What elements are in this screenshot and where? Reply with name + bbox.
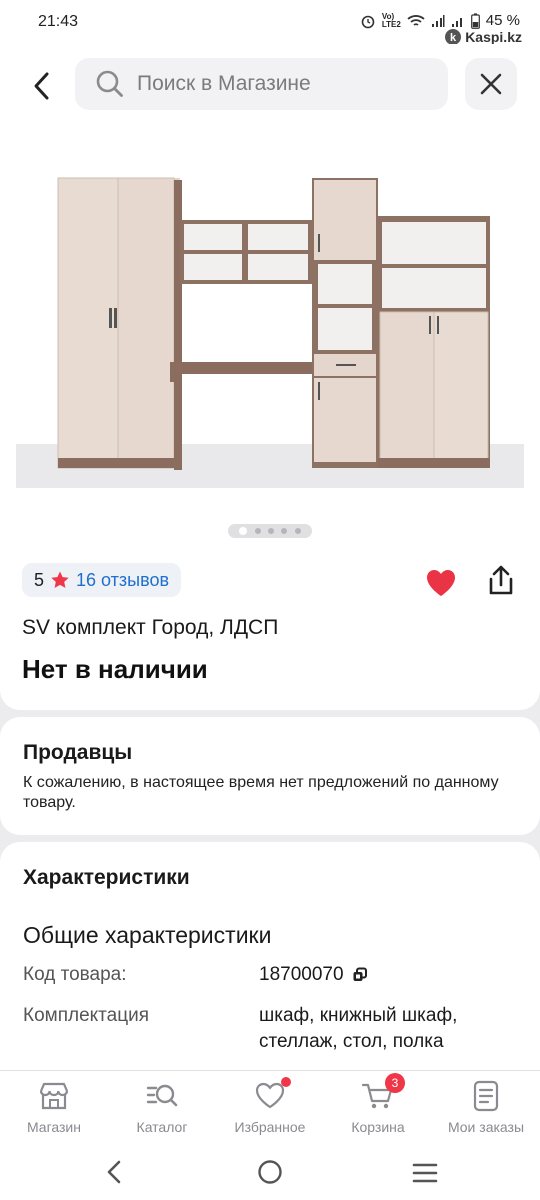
pagination-dot-active[interactable] [239, 527, 248, 535]
nav-catalog[interactable]: Каталог [108, 1071, 216, 1145]
alarm-icon [361, 15, 375, 28]
catalog-search-icon [145, 1079, 179, 1113]
spec-value-set: шкаф, книжный шкаф, стеллаж, стол, полка [259, 1005, 458, 1052]
nav-cart-label: Корзина [351, 1119, 405, 1135]
product-image[interactable] [16, 166, 524, 488]
bottom-navigation: Магазин Каталог Избранное 3 Корзина Мои … [0, 1070, 540, 1144]
favorites-badge-dot [281, 1077, 291, 1087]
system-home-icon[interactable] [257, 1159, 283, 1185]
product-title: SV комплект Город, ЛДСП [22, 616, 279, 639]
nav-catalog-label: Каталог [136, 1119, 188, 1135]
battery-level: 45 % [485, 12, 520, 29]
search-input[interactable]: Поиск в Магазине [75, 58, 448, 110]
chevron-left-icon [34, 72, 49, 100]
product-card: 5 16 отзывов SV комплект Город, ЛДСП Нет… [0, 126, 540, 710]
reviews-link[interactable]: 16 отзывов [76, 570, 169, 591]
signal-icon-2 [451, 17, 462, 27]
pagination-dot[interactable] [267, 528, 274, 534]
system-recents-icon[interactable] [412, 1162, 438, 1184]
sellers-message: К сожалению, в настоящее время нет предл… [23, 774, 499, 811]
availability-status: Нет в наличии [22, 654, 208, 684]
image-pagination[interactable] [228, 524, 312, 538]
orders-icon [469, 1079, 503, 1113]
nav-cart[interactable]: 3 Корзина [324, 1071, 432, 1145]
volte-icon: Vo) LTE2 [381, 11, 401, 29]
favorite-heart-icon[interactable] [424, 566, 458, 600]
wifi-icon [407, 14, 425, 26]
spec-key-set: Комплектация [23, 1005, 150, 1026]
store-icon [37, 1079, 71, 1113]
svg-text:k: k [450, 32, 457, 44]
nav-favorites[interactable]: Избранное [216, 1071, 324, 1145]
spec-key-code: Код товара: [23, 964, 127, 985]
sellers-heading: Продавцы [23, 741, 133, 764]
nav-store[interactable]: Магазин [0, 1071, 108, 1145]
nav-orders[interactable]: Мои заказы [432, 1071, 540, 1145]
specs-heading: Характеристики [23, 866, 190, 889]
back-button[interactable] [22, 66, 62, 106]
nav-store-label: Магазин [26, 1119, 81, 1135]
brand-name: Kaspi.kz [465, 29, 522, 45]
spec-value-code: 18700070 [259, 964, 344, 985]
specs-card: Характеристики Общие характеристики Код … [0, 842, 540, 1082]
share-icon[interactable] [484, 564, 518, 598]
cart-badge: 3 [385, 1073, 405, 1093]
rating-score: 5 [34, 569, 45, 590]
cart-icon: 3 [361, 1073, 405, 1113]
copy-icon[interactable] [352, 967, 368, 983]
close-icon [480, 73, 502, 95]
top-bar: Поиск в Магазине [0, 44, 540, 126]
rating-badge[interactable]: 5 16 отзывов [22, 563, 182, 597]
status-icons: Vo) LTE2 45 % [360, 12, 520, 29]
status-time: 21:43 [38, 13, 79, 30]
status-bar: 21:43 Vo) LTE2 45 % k Kaspi.kz [0, 0, 540, 45]
nav-orders-label: Мои заказы [447, 1119, 525, 1135]
spec-value-code-row: 18700070 [259, 962, 368, 988]
nav-favorites-label: Избранное [234, 1119, 306, 1135]
pagination-dot[interactable] [281, 528, 288, 534]
heart-icon [253, 1077, 291, 1113]
pagination-dot[interactable] [294, 528, 301, 534]
specs-group-title: Общие характеристики [23, 922, 272, 948]
search-placeholder: Поиск в Магазине [137, 72, 311, 95]
system-navigation-bar [0, 1144, 540, 1200]
system-back-icon[interactable] [104, 1160, 124, 1184]
close-button[interactable] [465, 58, 517, 110]
signal-icon-1 [431, 14, 445, 27]
search-icon [96, 70, 123, 97]
battery-icon [470, 12, 480, 29]
sellers-card: Продавцы К сожалению, в настоящее время … [0, 717, 540, 835]
star-icon [51, 571, 69, 588]
pagination-dot[interactable] [254, 528, 261, 534]
